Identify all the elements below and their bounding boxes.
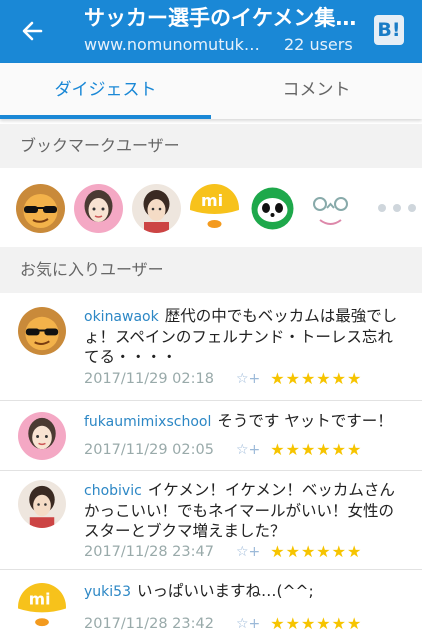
add-star-icon[interactable]: ☆+: [236, 616, 260, 632]
comment-text: いっぱいいますね…(^^;: [136, 582, 314, 600]
avatar[interactable]: mi: [190, 183, 239, 233]
avatar[interactable]: [18, 412, 66, 460]
list-item[interactable]: mi yuki53 いっぱいいますね…(^^; 2017/11/28 23:42 …: [0, 571, 422, 640]
comment-body: okinawaok 歴代の中でもベッカムは最強でしょ！スペインのフェルナンド・トー…: [84, 306, 398, 367]
page-url[interactable]: www.nomunomutuk…: [84, 34, 278, 56]
avatar[interactable]: [74, 183, 123, 233]
comment-timestamp: 2017/11/29 02:05: [84, 441, 214, 458]
comment-username[interactable]: yuki53: [84, 584, 131, 600]
arrow-left-icon: [22, 21, 43, 41]
list-item[interactable]: okinawaok 歴代の中でもベッカムは最強でしょ！スペインのフェルナンド・トー…: [0, 293, 422, 401]
avatar[interactable]: [306, 183, 355, 233]
list-item[interactable]: fukaumimixschool そうです ヤットですー！ 2017/11/29 …: [0, 402, 422, 471]
back-button[interactable]: [14, 14, 50, 48]
star-rating: ★★★★★★: [270, 542, 363, 561]
comment-text: そうです ヤットですー！: [217, 412, 393, 430]
page-subtitle: www.nomunomutuk… 22 users: [84, 34, 374, 56]
avatar[interactable]: [16, 183, 65, 233]
comment-username[interactable]: chobivic: [84, 483, 142, 499]
app-header: サッカー選手のイケメン集… www.nomunomutuk… 22 users …: [0, 0, 422, 63]
comment-meta: 2017/11/29 02:18 ☆+ ★★★★★★: [84, 369, 362, 388]
page-title: サッカー選手のイケメン集…: [84, 6, 357, 30]
add-star-icon[interactable]: ☆+: [236, 442, 260, 458]
star-rating: ★★★★★★: [270, 440, 363, 459]
comment-meta: 2017/11/29 02:05 ☆+ ★★★★★★: [84, 440, 362, 459]
add-star-icon[interactable]: ☆+: [236, 544, 260, 560]
more-users-indicator[interactable]: [378, 204, 416, 212]
star-rating: ★★★★★★: [270, 614, 363, 633]
comment-timestamp: 2017/11/28 23:47: [84, 543, 214, 560]
comment-username[interactable]: fukaumimixschool: [84, 414, 211, 430]
avatar[interactable]: [248, 183, 297, 233]
comment-timestamp: 2017/11/29 02:18: [84, 370, 214, 387]
comment-timestamp: 2017/11/28 23:42: [84, 615, 214, 632]
user-count[interactable]: 22 users: [284, 34, 353, 56]
bookmark-user-avatars: mi: [0, 170, 422, 246]
tab-comments[interactable]: コメント: [211, 63, 422, 119]
comment-body: fukaumimixschool そうです ヤットですー！: [84, 411, 398, 432]
hatena-bookmark-button[interactable]: B!: [374, 15, 404, 45]
comment-meta: 2017/11/28 23:47 ☆+ ★★★★★★: [84, 542, 362, 561]
comment-username[interactable]: okinawaok: [84, 309, 159, 325]
star-rating: ★★★★★★: [270, 369, 363, 388]
comment-meta: 2017/11/28 23:42 ☆+ ★★★★★★: [84, 614, 362, 633]
tab-digest[interactable]: ダイジェスト: [0, 63, 211, 119]
tab-bar: ダイジェスト コメント: [0, 63, 422, 119]
section-title-favorite-users: お気に入りユーザー: [0, 247, 422, 293]
section-title-bookmark-users: ブックマークユーザー: [0, 124, 422, 168]
svg-text:mi: mi: [201, 191, 223, 210]
comment-body: chobivic イケメン！イケメン！ベッカムさんかっこいい！でもネイマールがいい…: [84, 480, 398, 541]
avatar[interactable]: [18, 480, 66, 528]
avatar[interactable]: [18, 307, 66, 355]
comment-body: yuki53 いっぱいいますね…(^^;: [84, 581, 398, 602]
add-star-icon[interactable]: ☆+: [236, 371, 260, 387]
list-item[interactable]: chobivic イケメン！イケメン！ベッカムさんかっこいい！でもネイマールがいい…: [0, 472, 422, 570]
svg-text:mi: mi: [29, 590, 51, 609]
avatar[interactable]: [132, 183, 181, 233]
avatar[interactable]: mi: [18, 583, 66, 631]
